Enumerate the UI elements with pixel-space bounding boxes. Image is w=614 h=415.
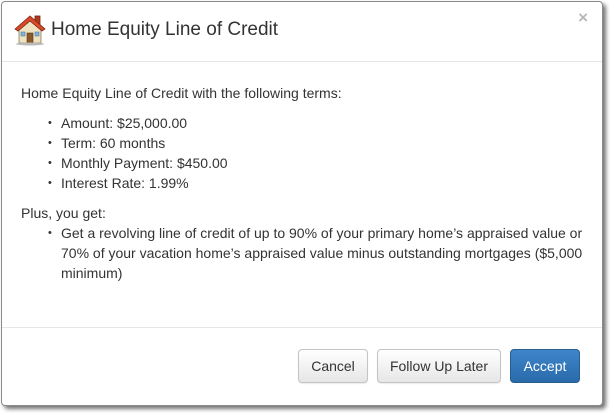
terms-list: Amount: $25,000.00 Term: 60 months Month…: [21, 113, 591, 193]
plus-item: Get a revolving line of credit of up to …: [48, 223, 591, 283]
modal-footer: Cancel Follow Up Later Accept: [2, 327, 602, 406]
modal-title: Home Equity Line of Credit: [51, 19, 279, 40]
modal-dialog: Home Equity Line of Credit × Home Equity…: [1, 1, 603, 406]
cancel-button[interactable]: Cancel: [298, 349, 368, 383]
term-amount: Amount: $25,000.00: [48, 113, 591, 133]
terms-intro: Home Equity Line of Credit with the foll…: [21, 85, 342, 101]
follow-up-later-button[interactable]: Follow Up Later: [377, 349, 501, 383]
term-duration: Term: 60 months: [48, 133, 591, 153]
term-interest-rate: Interest Rate: 1.99%: [48, 173, 591, 193]
accept-button[interactable]: Accept: [510, 349, 580, 383]
term-monthly-payment: Monthly Payment: $450.00: [48, 153, 591, 173]
plus-heading: Plus, you get:: [21, 205, 106, 221]
plus-list: Get a revolving line of credit of up to …: [21, 223, 591, 283]
modal-body: Home Equity Line of Credit with the foll…: [21, 83, 591, 293]
close-icon[interactable]: ×: [578, 8, 588, 28]
house-icon: [14, 15, 46, 46]
modal-header: Home Equity Line of Credit ×: [2, 2, 602, 62]
